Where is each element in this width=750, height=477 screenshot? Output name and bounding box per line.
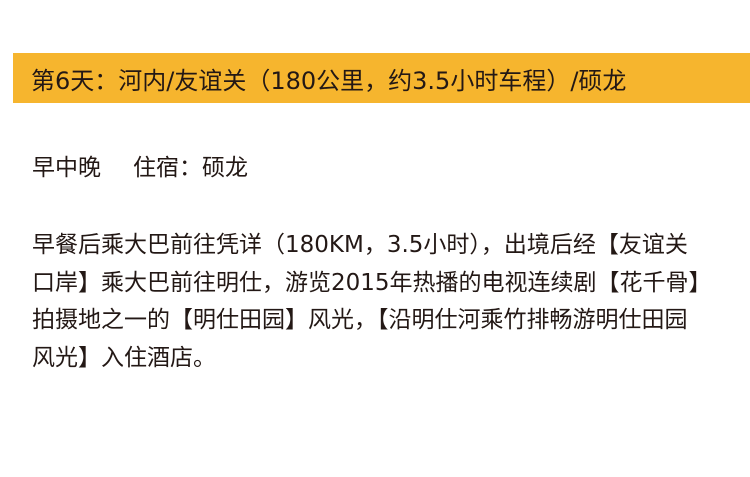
meals-lodging-line: 早中晚 住宿：硕龙 [32, 148, 248, 182]
day-header: 第6天：河内/友谊关（180公里，约3.5小时车程）/硕龙 [13, 53, 750, 103]
meals-label: 早中晚 [32, 155, 101, 181]
itinerary-description: 早餐后乘大巴前往凭详（180KM，3.5小时），出境后经【友谊关口岸】乘大巴前往… [32, 232, 701, 371]
lodging-label: 住宿：硕龙 [133, 155, 248, 181]
day-title: 第6天：河内/友谊关（180公里，约3.5小时车程）/硕龙 [31, 66, 627, 95]
